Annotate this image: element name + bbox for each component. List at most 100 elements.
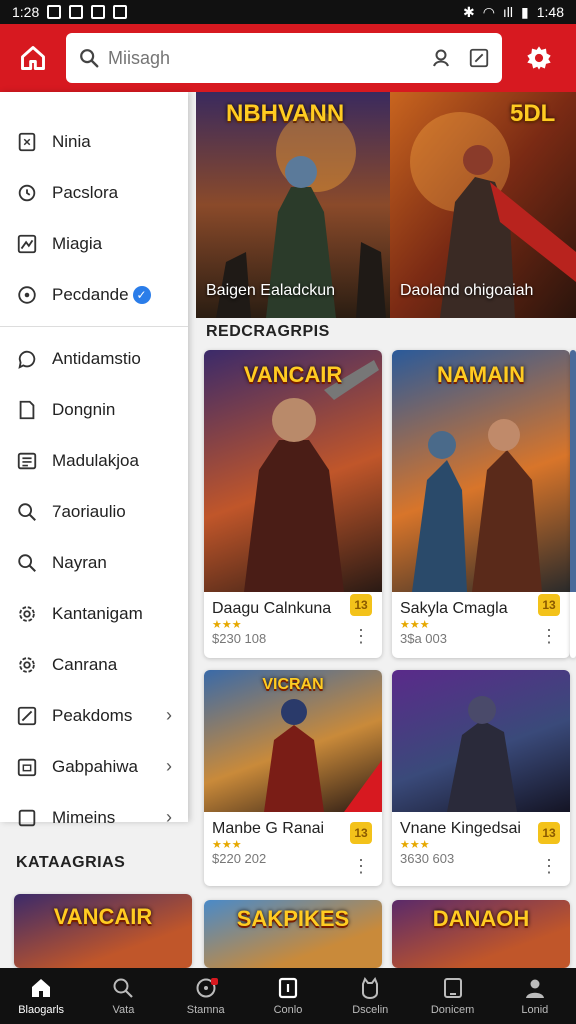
notification-icon <box>91 5 106 19</box>
settings-button[interactable] <box>502 24 576 92</box>
banner-caption: Baigen Ealadckun <box>206 282 335 299</box>
drawer-item[interactable]: Gabpahiwa › <box>0 741 188 792</box>
more-options-button[interactable]: ⋮ <box>352 626 370 647</box>
top-bar <box>0 24 576 92</box>
more-options-button[interactable]: ⋮ <box>540 626 558 647</box>
game-art-title: VANCAIR <box>53 904 153 929</box>
rating-badge: 13 <box>350 822 372 844</box>
drawer-item-label: Pecdande <box>52 284 129 304</box>
bluetooth-icon: ✱ <box>462 3 475 20</box>
nav-item-search[interactable]: Vata <box>82 968 164 1024</box>
nav-item-profile[interactable]: Lonid <box>494 968 576 1024</box>
refresh-icon <box>14 180 40 206</box>
nav-label: Stamna <box>186 1004 225 1016</box>
drawer-item[interactable]: 7aoriaulio <box>0 486 188 537</box>
percent-icon <box>14 703 40 729</box>
game-art-title: DANAOH <box>432 906 530 931</box>
game-card[interactable]: VANCAIR <box>14 894 192 968</box>
featured-banner[interactable]: 5DL Daoland ohigoaiah <box>390 92 576 318</box>
drawer-item[interactable]: Dongnin <box>0 384 188 435</box>
nav-item-social[interactable]: Dscelin <box>329 968 411 1024</box>
square-icon <box>14 805 40 831</box>
drawer-item[interactable]: Kantanigam <box>0 588 188 639</box>
drawer-item[interactable]: Pecdande ✓ <box>0 269 188 320</box>
notification-icon <box>47 5 62 19</box>
game-artwork: NAMAIN <box>392 350 570 592</box>
drawer-item-label: 7aoriaulio <box>52 501 126 521</box>
drawer-item-label: Antidamstio <box>52 348 141 368</box>
search-icon <box>80 49 99 68</box>
drawer-item-label: Ninia <box>52 131 91 151</box>
nav-item-home[interactable]: Blaogarls <box>0 968 82 1024</box>
drawer-item-label: Mimeins <box>52 807 116 827</box>
game-card-partial[interactable] <box>570 350 576 658</box>
drawer-item-label: Gabpahiwa <box>52 756 139 776</box>
search-icon <box>14 499 40 525</box>
game-artwork: VANCAIR <box>14 894 192 968</box>
home-icon <box>21 46 45 70</box>
game-card[interactable]: DANAOH <box>392 900 570 968</box>
more-options-button[interactable]: ⋮ <box>352 856 370 877</box>
drawer-item[interactable]: Mimeins › <box>0 792 188 843</box>
list-icon <box>14 448 40 474</box>
rating-badge: 13 <box>350 594 372 616</box>
drawer-item[interactable]: Nayran <box>0 537 188 588</box>
home-icon <box>32 979 51 997</box>
tablet-icon <box>443 978 462 998</box>
scan-icon[interactable] <box>468 47 490 69</box>
square-icon <box>278 977 298 999</box>
nav-item-explore[interactable]: Stamna <box>165 968 247 1024</box>
featured-banner[interactable]: NBHVANN Baigen Ealadckun <box>196 92 390 318</box>
home-button[interactable] <box>0 24 66 92</box>
drawer-item[interactable]: Peakdoms › <box>0 690 188 741</box>
compass-icon <box>196 978 218 998</box>
drawer-item[interactable]: Canrana <box>0 639 188 690</box>
status-time: 1:28 <box>12 4 40 20</box>
game-card[interactable]: NAMAIN Sakyla Cmagla ★★★ 3$a 003 13 ⋮ <box>392 350 570 658</box>
nav-label: Blaogarls <box>18 1004 65 1016</box>
game-card[interactable]: VANCAIR Daagu Calnkuna ★★★ $230 108 13 ⋮ <box>204 350 382 658</box>
game-card[interactable]: SAKPIKES <box>204 900 382 968</box>
game-artwork: SAKPIKES <box>204 900 382 968</box>
chevron-right-icon: › <box>166 807 172 827</box>
banner-title: NBHVANN <box>226 100 345 127</box>
nav-item-devices[interactable]: Donicem <box>411 968 493 1024</box>
drawer-item-label: Canrana <box>52 654 118 674</box>
game-artwork: VANCAIR <box>204 350 382 592</box>
drawer-item[interactable]: Pacslora <box>0 167 188 218</box>
search-input[interactable] <box>108 47 416 69</box>
game-card[interactable]: VICRAN Manbe G Ranai ★★★ $220 202 13 ⋮ <box>204 670 382 886</box>
gear-icon <box>14 601 40 627</box>
drawer-item[interactable]: Miagia <box>0 218 188 269</box>
game-art-title: VANCAIR <box>243 362 343 387</box>
game-card[interactable]: Vnane Kingedsai ★★★ 3630 603 13 ⋮ <box>392 670 570 886</box>
verified-icon: ✓ <box>132 285 151 304</box>
voice-search-icon[interactable] <box>430 46 454 70</box>
banner-caption: Daoland ohigoaiah <box>400 282 534 299</box>
drawer-item[interactable]: Antidamstio <box>0 333 188 384</box>
search-icon <box>14 550 40 576</box>
chevron-right-icon: › <box>166 705 172 725</box>
drawer-item[interactable]: Madulakjoa <box>0 435 188 486</box>
drawer-item-label: Pacslora <box>52 182 119 202</box>
notification-icon <box>113 5 128 19</box>
chat-icon <box>14 346 40 372</box>
status-bar: 1:28 ✱ ◠ ıll ▮ 1:48 <box>0 0 576 24</box>
status-time-right: 1:48 <box>536 4 564 20</box>
nav-item-library[interactable]: Conlo <box>247 968 329 1024</box>
gear-icon <box>527 46 551 70</box>
info-icon <box>14 282 40 308</box>
file-icon <box>14 397 40 423</box>
game-artwork <box>392 670 570 812</box>
drawer-item-label: Peakdoms <box>52 705 133 725</box>
categories-title: KATAAGRIAS <box>16 854 126 871</box>
game-art-title: NAMAIN <box>437 362 525 387</box>
gear-icon <box>14 652 40 678</box>
drawer-item[interactable]: Ninia <box>0 116 188 167</box>
drawer-item-label: Miagia <box>52 233 103 253</box>
search-icon <box>113 978 134 998</box>
more-options-button[interactable]: ⋮ <box>540 856 558 877</box>
search-box[interactable] <box>66 33 502 83</box>
nav-label: Dscelin <box>352 1004 389 1016</box>
drawer-item-label: Madulakjoa <box>52 450 139 470</box>
